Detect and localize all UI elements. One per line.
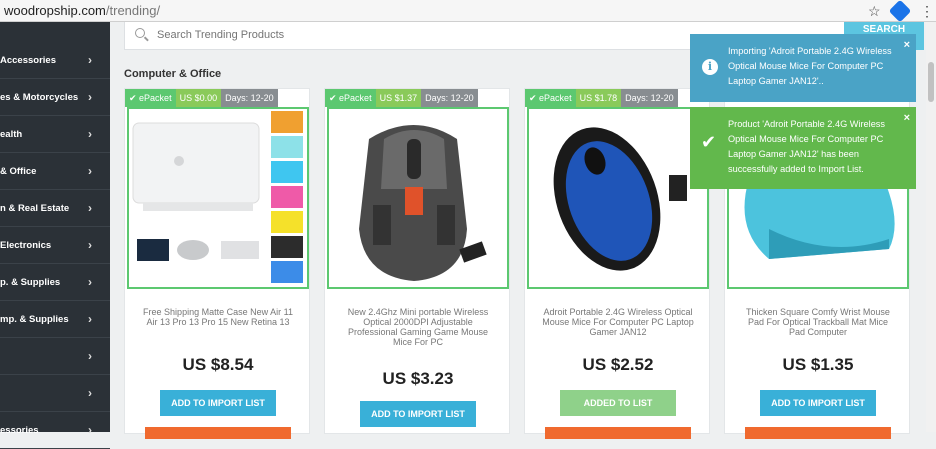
product-card[interactable]: ✔ ePacket US $1.37 Days: 12-20 New 2.4Ghz … xyxy=(324,88,510,434)
add-to-import-list-button[interactable]: ADD TO IMPORT LIST xyxy=(760,390,876,416)
product-card[interactable]: ✔ ePacket US $0.00 Days: 12-20 Free Shippi… xyxy=(124,88,310,439)
chevron-right-icon: › xyxy=(88,164,92,178)
section-title: Computer & Office xyxy=(124,68,222,80)
chevron-right-icon: › xyxy=(88,275,92,289)
checkmark-icon: ✔ xyxy=(701,132,717,152)
chevron-right-icon: › xyxy=(88,201,92,215)
delivery-days-tag: Days: 12-20 xyxy=(621,89,678,107)
sidebar-item[interactable]: Accessories › xyxy=(0,42,110,79)
sidebar-item-label: Electronics xyxy=(0,240,52,251)
orange-action-button[interactable] xyxy=(145,427,291,439)
chevron-right-icon: › xyxy=(88,53,92,67)
product-price: US $3.23 xyxy=(382,369,454,388)
gaming-mouse-image xyxy=(359,125,487,281)
product-image[interactable] xyxy=(527,107,709,289)
product-image[interactable] xyxy=(127,107,309,289)
notification-text: Product 'Adroit Portable 2.4G Wireless O… xyxy=(728,119,885,174)
close-icon[interactable]: × xyxy=(904,38,910,53)
chevron-right-icon: › xyxy=(88,349,92,363)
scrollbar-thumb[interactable] xyxy=(928,62,934,102)
product-name[interactable]: Thicken Square Comfy Wrist Mouse Pad For… xyxy=(739,307,897,337)
product-price: US $1.35 xyxy=(782,355,854,374)
delivery-days-tag: Days: 12-20 xyxy=(421,89,478,107)
laptop-case-image xyxy=(132,111,303,283)
epacket-tag: ✔ ePacket xyxy=(325,89,376,107)
shipping-price-tag: US $0.00 xyxy=(175,89,222,107)
sidebar-item-label: Accessories xyxy=(0,55,56,66)
product-name[interactable]: New 2.4Ghz Mini portable Wireless Optica… xyxy=(339,307,497,347)
orange-action-button[interactable] xyxy=(545,427,691,439)
import-success-notification: ✔ Product 'Adroit Portable 2.4G Wireless… xyxy=(690,107,916,189)
product-card[interactable]: ✔ ePacket US $1.78 Days: 12-20 Adroit Port… xyxy=(524,88,710,439)
wireless-mouse-image xyxy=(553,127,687,271)
category-sidebar: Accessories › es & Motorcycles › ealth › & … xyxy=(0,22,110,449)
sidebar-item-label: & Office xyxy=(0,166,37,177)
chevron-right-icon: › xyxy=(88,238,92,252)
sidebar-item[interactable]: p. & Supplies › xyxy=(0,264,110,301)
chevron-right-icon: › xyxy=(88,386,92,400)
add-to-import-list-button[interactable]: ADD TO IMPORT LIST xyxy=(360,401,476,427)
product-price: US $2.52 xyxy=(582,355,654,374)
star-icon[interactable]: ☆ xyxy=(868,2,881,20)
sidebar-item[interactable]: ealth › xyxy=(0,116,110,153)
chevron-right-icon: › xyxy=(88,312,92,326)
sidebar-item[interactable]: n & Real Estate › xyxy=(0,190,110,227)
sidebar-item-label: es & Motorcycles xyxy=(0,92,79,103)
sidebar-item[interactable]: essories › xyxy=(0,412,110,449)
shipping-tags: ✔ ePacket US $0.00 Days: 12-20 xyxy=(125,89,278,107)
delivery-days-tag: Days: 12-20 xyxy=(221,89,278,107)
shipping-tags: ✔ ePacket US $1.78 Days: 12-20 xyxy=(525,89,678,107)
import-progress-notification: i Importing 'Adroit Portable 2.4G Wirele… xyxy=(690,34,916,102)
search-input[interactable] xyxy=(157,27,757,43)
orange-action-button[interactable] xyxy=(745,427,891,439)
chevron-right-icon: › xyxy=(88,127,92,141)
sidebar-item-label: ealth xyxy=(0,129,23,140)
product-price: US $8.54 xyxy=(182,355,254,374)
shipping-tags: ✔ ePacket US $1.37 Days: 12-20 xyxy=(325,89,478,107)
url-field[interactable]: woodropship.com/trending/ xyxy=(4,3,160,18)
sidebar-item-label: mp. & Supplies xyxy=(0,314,69,325)
info-icon: i xyxy=(702,59,718,75)
sidebar-item-label: n & Real Estate xyxy=(0,203,70,214)
epacket-tag: ✔ ePacket xyxy=(125,89,176,107)
epacket-tag: ✔ ePacket xyxy=(525,89,576,107)
url-host: woodropship.com xyxy=(4,3,106,18)
scrollbar[interactable] xyxy=(926,22,936,432)
close-icon[interactable]: × xyxy=(904,111,910,126)
kebab-menu-icon[interactable]: ⋮ xyxy=(920,2,934,20)
product-name[interactable]: Adroit Portable 2.4G Wireless Optical Mo… xyxy=(539,307,697,337)
product-image[interactable] xyxy=(327,107,509,289)
shipping-price-tag: US $1.37 xyxy=(375,89,422,107)
notification-text: Importing 'Adroit Portable 2.4G Wireless… xyxy=(728,46,892,86)
product-name[interactable]: Free Shipping Matte Case New Air 11 Air … xyxy=(139,307,297,327)
sidebar-item[interactable]: & Office › xyxy=(0,153,110,190)
sidebar-item-label: essories xyxy=(0,425,39,436)
added-to-list-button[interactable]: ADDED TO LIST xyxy=(560,390,676,416)
extension-icon[interactable] xyxy=(888,0,912,23)
sidebar-item-label: p. & Supplies xyxy=(0,277,61,288)
sidebar-item[interactable]: › xyxy=(0,338,110,375)
browser-address-bar: woodropship.com/trending/ ☆ ⋮ xyxy=(0,0,936,23)
sidebar-item[interactable]: es & Motorcycles › xyxy=(0,79,110,116)
add-to-import-list-button[interactable]: ADD TO IMPORT LIST xyxy=(160,390,276,416)
search-icon xyxy=(135,28,145,38)
sidebar-item[interactable]: › xyxy=(0,375,110,412)
sidebar-item[interactable]: mp. & Supplies › xyxy=(0,301,110,338)
chevron-right-icon: › xyxy=(88,423,92,437)
chevron-right-icon: › xyxy=(88,90,92,104)
sidebar-item[interactable]: Electronics › xyxy=(0,227,110,264)
shipping-price-tag: US $1.78 xyxy=(575,89,622,107)
url-path: /trending/ xyxy=(105,3,161,18)
